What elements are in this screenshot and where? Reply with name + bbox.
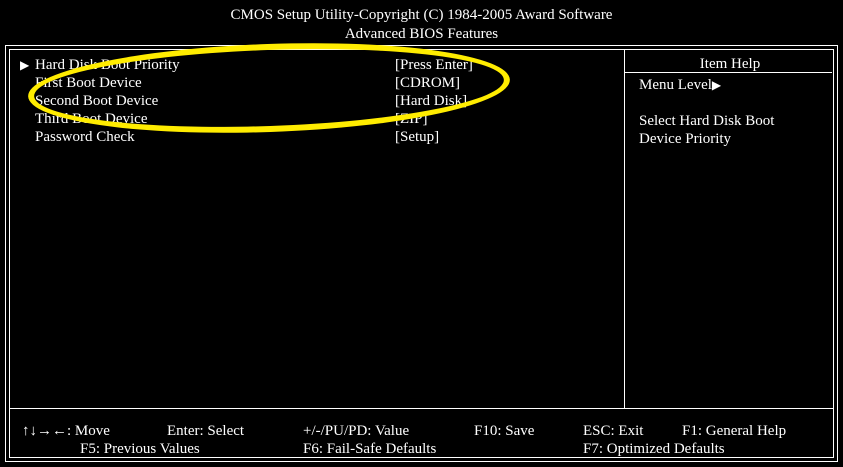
- footer-save-hint: F10: Save: [474, 423, 535, 439]
- utility-title: CMOS Setup Utility-Copyright (C) 1984-20…: [230, 7, 613, 23]
- page-title: Advanced BIOS Features: [344, 26, 499, 42]
- help-menu-level: Menu Level▶: [639, 76, 721, 94]
- menu-item-label: Password Check: [35, 129, 135, 145]
- footer-divider: [9, 408, 834, 409]
- footer-move-hint: ↑↓→←: Move: [22, 423, 110, 439]
- footer-general-help-hint: F1: General Help: [682, 423, 787, 439]
- footer-previous-values-hint: F5: Previous Values: [80, 441, 200, 457]
- menu-level-label: Menu Level: [639, 77, 712, 93]
- item-help-title: Item Help: [699, 56, 761, 72]
- menu-level-arrow-icon: ▶: [711, 78, 722, 92]
- footer-optimized-hint: F7: Optimized Defaults: [583, 441, 725, 457]
- submenu-arrow-icon: ▶: [20, 58, 30, 72]
- menu-item-value[interactable]: [Setup]: [395, 128, 439, 146]
- help-panel-divider: [624, 49, 625, 408]
- help-text-line: Select Hard Disk Boot: [639, 113, 775, 129]
- footer-value-hint: +/-/PU/PD: Value: [303, 423, 410, 439]
- footer-exit-hint: ESC: Exit: [583, 423, 644, 439]
- footer-select-hint: Enter: Select: [167, 423, 245, 439]
- footer-failsafe-hint: F6: Fail-Safe Defaults: [303, 441, 437, 457]
- help-text-line: Device Priority: [639, 131, 732, 147]
